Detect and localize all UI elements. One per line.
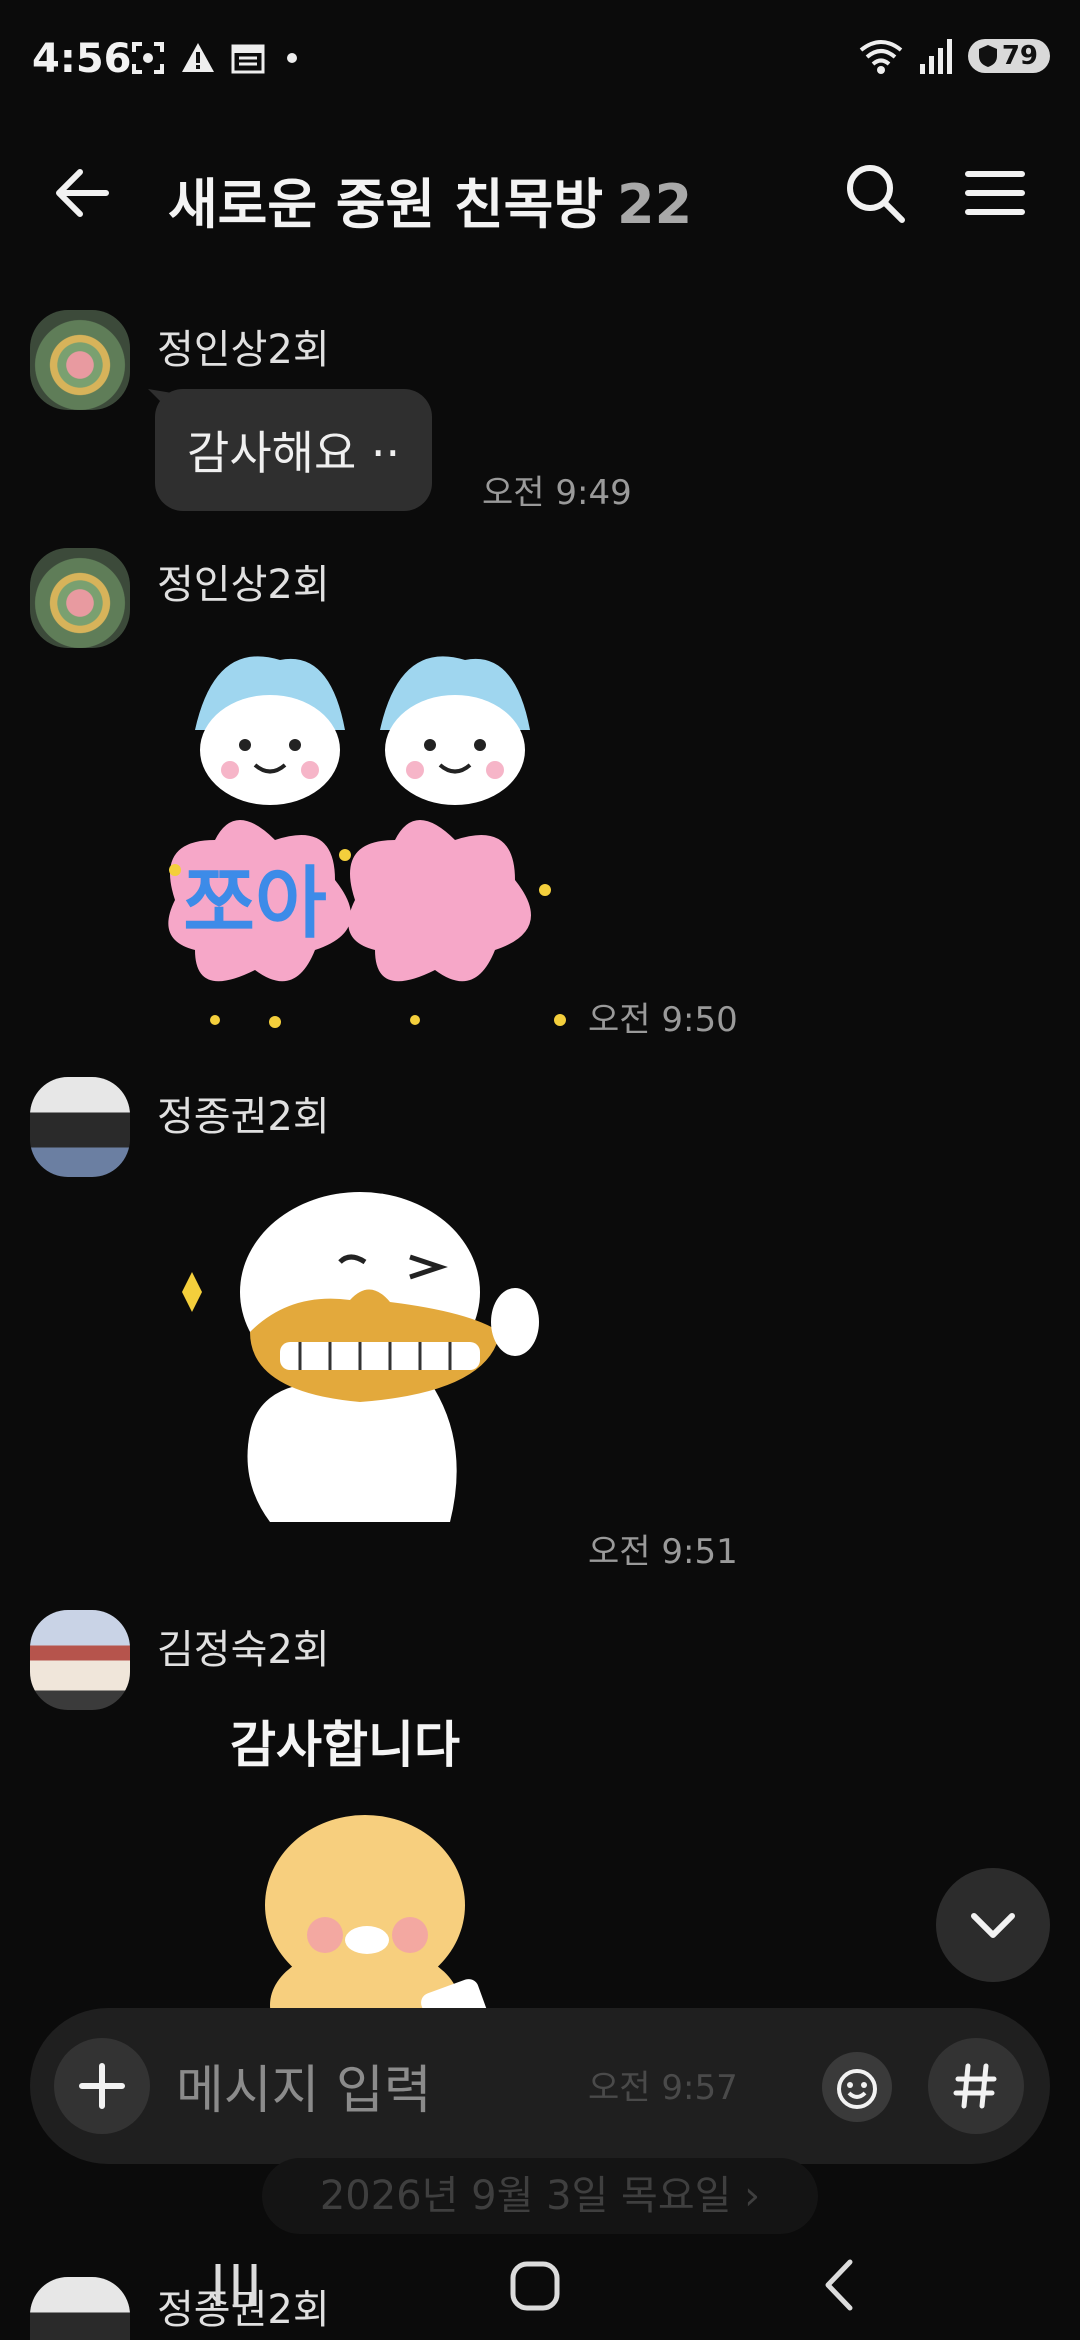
sticker-text: 감사합니다 [230, 1716, 460, 1774]
search-icon[interactable] [840, 158, 910, 228]
shield-icon [978, 45, 997, 67]
wifi-icon [859, 40, 903, 74]
status-system-icons: 79 [858, 36, 1050, 76]
screenshot-icon [132, 42, 164, 74]
recents-icon[interactable] [196, 2244, 276, 2324]
arrow-left-icon[interactable] [48, 158, 118, 228]
message-time: 오전 9:50 [588, 1000, 738, 1040]
message-item: 정종권2회 오전 9:51 [0, 1072, 1080, 1572]
nav-back-icon[interactable] [800, 2244, 880, 2324]
emoji-icon [837, 2069, 877, 2109]
sender-name: 정종권2회 [157, 1094, 330, 1140]
hamburger-menu-icon[interactable] [960, 158, 1030, 228]
date-divider[interactable]: 2026년 9월 3일 목요일 › [262, 2158, 818, 2234]
scroll-to-bottom-button[interactable] [936, 1868, 1050, 1982]
message-item: 정인상2회 쪼아 오전 9:50 [0, 540, 1080, 1040]
calendar-icon [231, 44, 265, 74]
add-attachment-button[interactable] [54, 2038, 150, 2134]
sticker-text: 쪼아 [183, 859, 327, 949]
avatar[interactable] [30, 548, 130, 648]
message-time: 오전 9:51 [588, 1532, 738, 1572]
message-composer: 메시지 입력 [30, 2008, 1050, 2164]
signal-icon [919, 39, 952, 74]
chat-title: 새로운 중원 친목방 22 [168, 160, 692, 239]
sender-name: 정인상2회 [157, 562, 330, 608]
dot-icon [287, 53, 297, 63]
sticker-image: 쪼아 [168, 656, 566, 1028]
warning-icon [182, 43, 214, 72]
message-time: 오전 9:57 [588, 2068, 738, 2108]
message-input[interactable]: 메시지 입력 [176, 2048, 432, 2123]
sender-name: 정인상2회 [157, 327, 330, 373]
message-bubble[interactable]: 감사해요 ·· [155, 389, 433, 511]
system-navigation-bar [0, 2230, 1080, 2340]
avatar[interactable] [30, 310, 130, 410]
chat-header: 새로운 중원 친목방 22 [0, 130, 1080, 250]
status-bar: 4:56 79 [0, 0, 1080, 120]
avatar[interactable] [30, 1610, 130, 1710]
plus-icon [79, 2063, 125, 2109]
status-notification-icons [130, 40, 304, 76]
battery-indicator: 79 [967, 39, 1050, 73]
message-item: 정인상2회 감사해요 ·· 오전 9:49 [0, 305, 1080, 515]
chevron-down-icon [971, 1913, 1015, 1938]
member-count: 22 [617, 173, 693, 236]
sticker[interactable]: 쪼아 [155, 640, 575, 1040]
sticker[interactable] [170, 1182, 550, 1542]
hashtag-button[interactable] [928, 2038, 1024, 2134]
avatar[interactable] [30, 1077, 130, 1177]
emoji-button[interactable] [822, 2052, 892, 2122]
home-icon[interactable] [495, 2244, 575, 2324]
chat-room-name: 새로운 중원 친목방 [168, 173, 604, 236]
sticker-image [182, 1192, 539, 1522]
message-time: 오전 9:49 [482, 473, 632, 513]
battery-level: 79 [1001, 41, 1038, 71]
hashtag-icon [953, 2063, 997, 2109]
status-time: 4:56 [32, 36, 132, 82]
sender-name: 김정숙2회 [157, 1627, 330, 1673]
